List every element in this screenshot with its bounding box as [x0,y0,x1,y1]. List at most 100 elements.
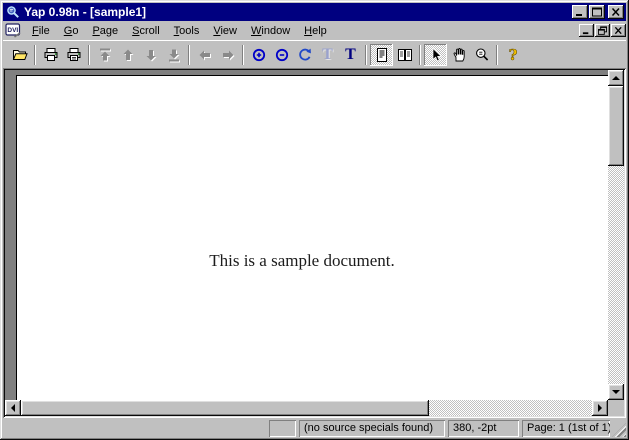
menu-page[interactable]: Page [85,22,125,40]
open-button[interactable] [8,44,31,66]
help-button[interactable]: ? [501,44,524,66]
close-icon [610,7,622,17]
child-minimize-button[interactable] [579,24,594,37]
folder-open-icon [12,47,28,63]
document-canvas: This is a sample document. [5,70,608,400]
single-page-view-button[interactable] [370,44,393,66]
refresh-icon [297,47,313,63]
magnifier-tool-button[interactable] [470,44,493,66]
document-view: This is a sample document. [3,68,626,418]
toolbar-separator [365,45,367,65]
menu-view[interactable]: View [206,22,244,40]
status-panel-page: Page: 1 (1st of 1) [522,420,610,437]
resize-grip[interactable] [612,423,626,437]
scrollbar-corner [608,400,624,416]
vertical-scrollbar[interactable] [608,70,624,400]
last-page-button [162,44,185,66]
first-page-button [93,44,116,66]
hand-tool-button[interactable] [447,44,470,66]
app-window: Yap 0.98n - [sample1] DVI FileGoPageScro… [0,0,629,440]
menu-tools[interactable]: Tools [167,22,207,40]
window-title: Yap 0.98n - [sample1] [24,3,571,21]
single-page-icon [374,47,390,63]
toolbar-separator [419,45,421,65]
toolbar-separator [88,45,90,65]
scroll-down-button[interactable] [608,384,624,400]
horizontal-scrollbar[interactable] [5,400,608,416]
arrow-right-icon [598,404,602,412]
titlebar[interactable]: Yap 0.98n - [sample1] [3,3,626,21]
toolbar-buttons: TT? [3,40,626,68]
text-icon: T [343,47,359,63]
menu-items: FileGoPageScrollToolsViewWindowHelp [25,22,334,40]
prev-page-icon [120,47,136,63]
two-page-icon [397,47,413,63]
last-page-icon [166,47,182,63]
yap-magnifier-icon[interactable] [6,5,20,19]
menubar: DVI FileGoPageScrollToolsViewWindowHelp [3,21,626,40]
toolbar-separator [34,45,36,65]
forward-button [216,44,239,66]
maximize-icon [591,7,603,17]
next-page-icon [143,47,159,63]
back-icon [197,47,213,63]
status-panel-source-specials: (no source specials found) [299,420,445,437]
toolbar-separator [188,45,190,65]
zoom-in-icon [251,47,267,63]
select-tool-button[interactable] [424,44,447,66]
minimize-icon [581,26,592,35]
back-button [193,44,216,66]
close-icon [613,26,624,35]
dvi-document-icon[interactable]: DVI [5,23,22,38]
close-button[interactable] [608,5,624,19]
menu-go[interactable]: Go [57,22,86,40]
restore-icon [597,26,608,35]
statusbar: (no source specials found) 380, -2pt Pag… [3,418,626,437]
menu-scroll[interactable]: Scroll [125,22,167,40]
child-window-controls [578,24,626,37]
vertical-scrollbar-thumb[interactable] [608,86,624,166]
arrow-left-icon [11,404,15,412]
svg-text:DVI: DVI [7,27,18,34]
refresh-button[interactable] [293,44,316,66]
menu-help[interactable]: Help [297,22,334,40]
magnifier-icon [474,47,490,63]
printer-alt-icon [66,47,82,63]
arrow-up-icon [612,76,620,80]
zoom-out-button[interactable] [270,44,293,66]
scroll-right-button[interactable] [592,400,608,416]
maximize-button[interactable] [589,5,605,19]
scroll-left-button[interactable] [5,400,21,416]
child-restore-button[interactable] [595,24,610,37]
zoom-in-button[interactable] [247,44,270,66]
arrow-down-icon [612,390,620,394]
menu-window[interactable]: Window [244,22,297,40]
hand-icon [451,47,467,63]
help-icon: ? [505,47,521,63]
two-page-view-button[interactable] [393,44,416,66]
prev-page-button [116,44,139,66]
text-outline-button[interactable]: T [316,44,339,66]
printer-icon [43,47,59,63]
document-text: This is a sample document. [17,251,587,271]
minimize-icon [574,7,586,17]
forward-icon [220,47,236,63]
horizontal-scrollbar-thumb[interactable] [21,400,429,416]
child-close-button[interactable] [611,24,626,37]
status-panel-small [269,420,296,437]
print-alt-button[interactable] [62,44,85,66]
svg-text:?: ? [508,47,517,63]
status-panel-message [3,420,266,437]
text-button[interactable]: T [339,44,362,66]
zoom-out-icon [274,47,290,63]
scroll-up-button[interactable] [608,70,624,86]
minimize-button[interactable] [572,5,588,19]
document-page[interactable]: This is a sample document. [16,75,608,400]
print-button[interactable] [39,44,62,66]
next-page-button [139,44,162,66]
menu-file[interactable]: File [25,22,57,40]
text-outline-icon: T [320,47,336,63]
toolbar-separator [496,45,498,65]
status-panel-position: 380, -2pt [448,420,519,437]
toolbar-separator [242,45,244,65]
